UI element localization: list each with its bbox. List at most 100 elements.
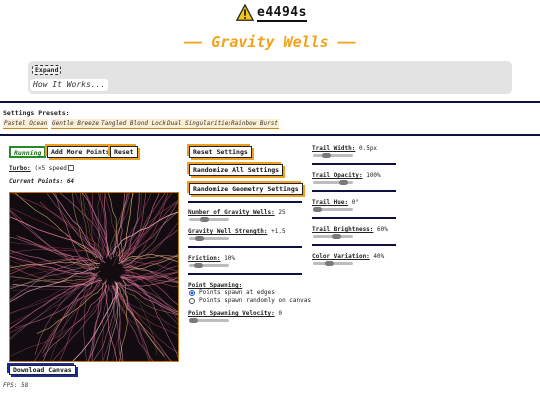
trail-stroke: [108, 193, 129, 257]
trail-width-label: Trail Width:: [312, 145, 356, 152]
running-toggle-button[interactable]: Running: [9, 146, 47, 158]
divider: [188, 201, 302, 203]
reset-button[interactable]: Reset: [110, 146, 138, 158]
preset-pastel-ocean[interactable]: Pastel Ocean: [3, 119, 49, 129]
trail-hue-row: Trail Hue: 0°: [312, 199, 359, 206]
slider-thumb[interactable]: [195, 236, 205, 241]
trail-stroke: [121, 279, 178, 339]
trail-brightness-row: Trail Brightness: 60%: [312, 226, 388, 233]
slider-thumb[interactable]: [313, 207, 322, 212]
color-variation-slider[interactable]: [313, 261, 353, 266]
spawn-velocity-label: Point Spawning Velocity:: [188, 310, 275, 317]
divider: [312, 217, 396, 219]
turbo-row: Turbo: (×5 speed): [9, 165, 70, 172]
trail-hue-value: 0°: [351, 199, 359, 206]
randomize-all-button[interactable]: Randomize All Settings: [189, 164, 284, 176]
spawn-edges-label: Points spawn at edges: [199, 289, 275, 296]
slider-thumb[interactable]: [325, 261, 335, 266]
strength-value: +1.5: [271, 228, 286, 235]
trail-brightness-label: Trail Brightness:: [312, 226, 374, 233]
divider: [0, 134, 540, 136]
spawn-velocity-row: Point Spawning Velocity: 0: [188, 310, 282, 317]
num-wells-value: 25: [278, 209, 286, 216]
divider: [312, 190, 396, 192]
strength-slider[interactable]: [189, 236, 229, 241]
point-spawning-heading: Point Spawning:: [188, 282, 242, 289]
slider-thumb[interactable]: [193, 263, 203, 268]
spawn-random-radio[interactable]: [189, 298, 195, 304]
spawn-edges-radio[interactable]: [189, 290, 195, 296]
num-wells-row: Number of Gravity Wells: 25: [188, 209, 286, 216]
how-it-works-summary[interactable]: How It Works...: [30, 79, 109, 91]
strength-label: Gravity Well Strength:: [188, 228, 268, 235]
spawn-velocity-slider[interactable]: [189, 318, 229, 323]
trail-width-slider[interactable]: [313, 153, 353, 158]
reset-settings-button[interactable]: Reset Settings: [189, 146, 252, 158]
preset-rainbow-burst[interactable]: Rainbow Burst: [230, 119, 279, 129]
fps-label: FPS:: [3, 382, 18, 389]
friction-label: Friction:: [188, 255, 221, 262]
color-variation-label: Color Variation:: [312, 253, 370, 260]
turbo-checkbox[interactable]: [68, 165, 74, 171]
preset-dual-singularities[interactable]: Dual Singularities: [166, 119, 234, 129]
warning-icon: [236, 4, 254, 21]
divider: [312, 244, 396, 246]
trail-hue-label: Trail Hue:: [312, 199, 349, 206]
preset-gentle-breeze[interactable]: Gentle Breeze: [51, 119, 100, 129]
fps-counter: FPS: 58: [3, 382, 28, 389]
trail-stroke: [120, 276, 178, 312]
trail-brightness-slider[interactable]: [313, 234, 353, 239]
trail-opacity-value: 100%: [366, 172, 381, 179]
trail-opacity-slider[interactable]: [313, 180, 353, 185]
trail-opacity-label: Trail Opacity:: [312, 172, 363, 179]
trail-opacity-row: Trail Opacity: 100%: [312, 172, 381, 179]
current-points-label: Current Points:: [9, 178, 64, 185]
trail-stroke: [120, 276, 178, 313]
friction-slider[interactable]: [189, 263, 229, 268]
slider-thumb[interactable]: [322, 153, 332, 158]
simulation-canvas[interactable]: [9, 192, 179, 362]
logo-text: e4494s: [257, 4, 307, 22]
divider: [0, 101, 540, 103]
current-points: Current Points: 64: [9, 178, 74, 185]
randomize-geometry-button[interactable]: Randomize Geometry Settings: [189, 183, 303, 195]
trail-stroke: [117, 283, 150, 361]
num-wells-slider[interactable]: [189, 217, 229, 222]
turbo-description: (×5 speed): [34, 165, 71, 172]
expand-button[interactable]: Expand: [32, 65, 62, 75]
trail-stroke: [120, 200, 178, 261]
trail-stroke: [15, 282, 103, 329]
trail-width-row: Trail Width: 0.5px: [312, 145, 377, 152]
current-points-value: 64: [66, 178, 75, 185]
trail-brightness-value: 60%: [377, 226, 388, 233]
trail-stroke: [18, 236, 97, 269]
slider-thumb[interactable]: [339, 180, 349, 185]
simulation-artwork: [10, 193, 178, 361]
trail-stroke: [104, 193, 117, 256]
strength-row: Gravity Well Strength: +1.5: [188, 228, 286, 235]
color-variation-row: Color Variation: 40%: [312, 253, 384, 260]
friction-row: Friction: 10%: [188, 255, 235, 262]
slider-thumb[interactable]: [331, 234, 341, 239]
trail-hue-slider[interactable]: [313, 207, 353, 212]
page-title: —— Gravity Wells ——: [184, 33, 356, 51]
turbo-label: Turbo:: [9, 165, 31, 172]
friction-value: 10%: [224, 255, 235, 262]
presets-label: Settings Presets:: [3, 109, 70, 117]
divider: [188, 273, 302, 275]
slider-thumb[interactable]: [189, 318, 198, 323]
trail-width-value: 0.5px: [358, 145, 378, 152]
fps-value: 58: [21, 382, 29, 389]
num-wells-label: Number of Gravity Wells:: [188, 209, 275, 216]
slider-thumb[interactable]: [199, 217, 209, 222]
preset-tangled-blond-locks[interactable]: Tangled Blond Locks: [100, 119, 171, 129]
download-canvas-button[interactable]: Download Canvas: [9, 365, 76, 375]
color-variation-value: 40%: [373, 253, 385, 260]
divider: [312, 163, 396, 165]
divider: [188, 246, 302, 248]
point-spawning-label: Point Spawning:: [188, 282, 243, 289]
site-logo[interactable]: e4494s: [236, 4, 307, 22]
trail-stroke: [101, 286, 110, 361]
spawn-random-label: Points spawn randomly on canvas: [199, 297, 311, 304]
add-points-button[interactable]: Add More Points: [47, 146, 114, 158]
